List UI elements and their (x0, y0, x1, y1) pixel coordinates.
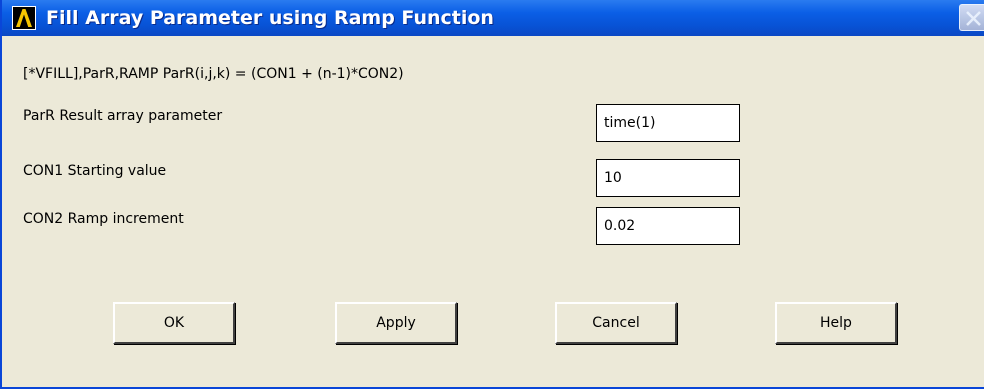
con2-label: CON2 Ramp increment (23, 211, 184, 227)
help-button[interactable]: Help (775, 302, 897, 344)
ok-button[interactable]: OK (113, 302, 235, 344)
title-bar[interactable]: Fill Array Parameter using Ramp Function (2, 0, 984, 36)
ansys-logo-icon (12, 6, 36, 30)
con1-input[interactable] (596, 159, 740, 197)
close-icon (966, 11, 981, 26)
con2-input[interactable] (596, 207, 740, 245)
apply-button[interactable]: Apply (335, 302, 457, 344)
window-title: Fill Array Parameter using Ramp Function (46, 7, 494, 29)
parr-label: ParR Result array parameter (23, 108, 223, 124)
close-button[interactable] (959, 4, 984, 31)
cancel-button[interactable]: Cancel (555, 302, 677, 344)
command-syntax: [*VFILL],ParR,RAMP ParR(i,j,k) = (CON1 +… (23, 66, 404, 82)
dialog-window: Fill Array Parameter using Ramp Function… (0, 0, 984, 389)
con1-label: CON1 Starting value (23, 163, 167, 179)
parr-input[interactable] (596, 104, 740, 142)
